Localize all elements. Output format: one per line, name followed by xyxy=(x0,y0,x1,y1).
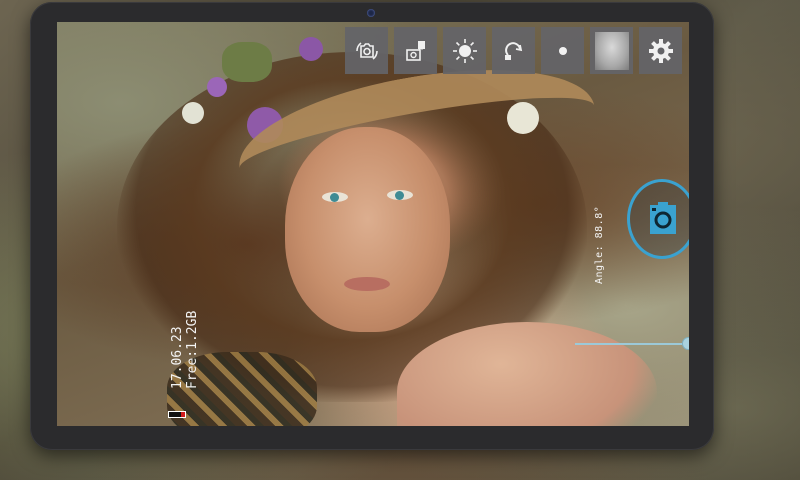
gear-icon xyxy=(648,38,673,63)
subject-eye-right xyxy=(387,190,413,200)
angle-readout: Angle: 88.8° xyxy=(594,205,605,284)
camera-toolbar xyxy=(345,27,682,74)
filter-preview-button[interactable] xyxy=(590,27,633,74)
zoom-slider[interactable] xyxy=(575,338,689,349)
timer-icon xyxy=(504,41,522,60)
dot-icon xyxy=(558,46,567,55)
battery-indicator xyxy=(168,411,186,418)
switch-camera-icon xyxy=(355,41,378,60)
exposure-icon xyxy=(452,38,477,63)
battery-level-bar xyxy=(181,412,185,417)
free-space-readout: Free:1.2GB xyxy=(185,310,200,389)
dot-mode-button[interactable] xyxy=(541,27,584,74)
switch-camera-button[interactable] xyxy=(345,27,388,74)
date-readout: 17.06.23 xyxy=(170,326,185,389)
flower-crown-white-right xyxy=(507,102,539,134)
capture-info: 17.06.23 Free:1.2GB xyxy=(170,311,200,389)
zoom-slider-thumb[interactable] xyxy=(683,338,689,349)
tablet-frame: 17.06.23 Free:1.2GB Angle: 88.8° xyxy=(30,2,714,450)
subject-lips xyxy=(344,277,390,291)
timer-button[interactable] xyxy=(492,27,535,74)
flower-crown-purple-small xyxy=(207,77,227,97)
flower-crown-white-left xyxy=(182,102,204,124)
subject-eye-left xyxy=(322,192,348,202)
camera-shutter-icon xyxy=(650,202,676,234)
flower-crown-purple-top xyxy=(299,37,323,61)
shutter-button[interactable] xyxy=(627,179,689,259)
flash-mode-button[interactable] xyxy=(394,27,437,74)
flash-auto-icon xyxy=(405,40,425,61)
camera-viewfinder[interactable]: 17.06.23 Free:1.2GB Angle: 88.8° xyxy=(57,22,689,426)
exposure-button[interactable] xyxy=(443,27,486,74)
front-camera-lens xyxy=(367,9,375,17)
flower-crown-leaves xyxy=(222,42,272,82)
filter-preview-icon xyxy=(594,31,629,70)
settings-button[interactable] xyxy=(639,27,682,74)
